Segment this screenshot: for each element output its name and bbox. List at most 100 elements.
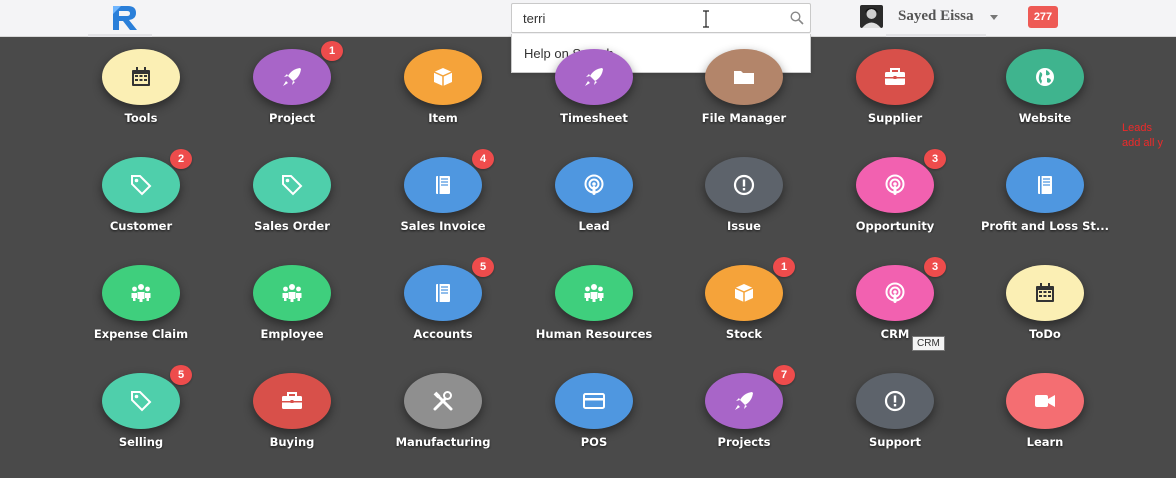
app-tile-projects[interactable]: Projects 7 — [669, 365, 819, 473]
app-tile-circle[interactable] — [1006, 373, 1084, 429]
app-tile-circle[interactable] — [705, 157, 783, 213]
avatar[interactable] — [860, 5, 883, 28]
app-tile-label: Manufacturing — [395, 435, 491, 449]
app-tile-badge: 7 — [773, 365, 795, 385]
app-tile-timesheet[interactable]: Timesheet — [519, 49, 669, 149]
app-tile-circle[interactable] — [404, 265, 482, 321]
app-tile-file-manager[interactable]: File Manager — [669, 49, 819, 149]
box-icon — [433, 68, 453, 86]
app-tile-circle[interactable] — [404, 49, 482, 105]
app-tile-crm[interactable]: CRM 3 — [820, 257, 970, 365]
box-icon — [734, 284, 754, 302]
app-tile-tools[interactable]: Tools — [66, 49, 216, 149]
app-tile-manufacturing[interactable]: Manufacturing — [368, 373, 518, 473]
app-tile-selling[interactable]: Selling 5 — [66, 365, 216, 473]
app-tile-todo[interactable]: ToDo — [970, 265, 1120, 365]
app-tile-badge: 5 — [170, 365, 192, 385]
app-tile-label: Projects — [717, 435, 771, 449]
app-tile-circle[interactable] — [404, 373, 482, 429]
app-tile-circle[interactable] — [404, 157, 482, 213]
app-tile-circle[interactable] — [555, 265, 633, 321]
podcast-icon — [584, 174, 604, 195]
app-tile-label: Project — [268, 111, 316, 125]
notification-badge[interactable]: 277 — [1028, 6, 1058, 28]
search-box[interactable] — [511, 3, 811, 33]
app-tile-circle[interactable] — [253, 373, 331, 429]
app-tile-label: Opportunity — [855, 219, 935, 233]
search-icon[interactable] — [790, 11, 804, 25]
app-tile-expense-claim[interactable]: Expense Claim — [66, 265, 216, 365]
side-note-line: add all y — [1122, 137, 1163, 149]
calendar-icon — [132, 67, 150, 86]
app-tile-stock[interactable]: Stock 1 — [669, 257, 819, 365]
app-tile-employee[interactable]: Employee — [217, 265, 367, 365]
app-tile-circle[interactable] — [102, 157, 180, 213]
search-input[interactable] — [512, 4, 782, 32]
app-tile-support[interactable]: Support — [820, 373, 970, 473]
app-tile-buying[interactable]: Buying — [217, 373, 367, 473]
app-tile-circle[interactable] — [555, 49, 633, 105]
rocket-icon — [735, 392, 753, 410]
app-tile-circle[interactable] — [856, 373, 934, 429]
tag-icon — [282, 175, 303, 196]
top-navbar: Sayed Eissa 277 — [0, 0, 1176, 37]
app-tile-badge: 3 — [924, 149, 946, 169]
app-tile-label: Customer — [109, 219, 173, 233]
app-tile-circle[interactable] — [253, 49, 331, 105]
app-tile-circle[interactable] — [102, 265, 180, 321]
app-tile-human-resources[interactable]: Human Resources — [519, 265, 669, 365]
app-tile-item[interactable]: Item — [368, 49, 518, 149]
app-tile-badge: 2 — [170, 149, 192, 169]
app-tile-sales-invoice[interactable]: Sales Invoice 4 — [368, 149, 518, 257]
card-icon — [583, 393, 605, 409]
app-tile-opportunity[interactable]: Opportunity 3 — [820, 149, 970, 257]
app-tile-label: POS — [580, 435, 608, 449]
app-tile-profit-and-loss-st[interactable]: Profit and Loss St... — [970, 157, 1120, 257]
exclamation-icon — [733, 174, 755, 196]
folder-icon — [734, 71, 754, 84]
app-tile-circle[interactable] — [555, 373, 633, 429]
app-tile-learn[interactable]: Learn — [970, 373, 1120, 473]
group-icon — [131, 284, 151, 302]
chevron-down-icon[interactable] — [990, 15, 998, 20]
user-menu-name[interactable]: Sayed Eissa — [898, 8, 973, 25]
app-tile-website[interactable]: Website — [970, 49, 1120, 149]
app-tile-circle[interactable] — [705, 373, 783, 429]
exclamation-icon — [884, 390, 906, 412]
app-tile-circle[interactable] — [1006, 49, 1084, 105]
app-tile-circle[interactable] — [253, 265, 331, 321]
app-tile-circle[interactable] — [1006, 265, 1084, 321]
video-icon — [1035, 395, 1055, 407]
app-tile-lead[interactable]: Lead — [519, 157, 669, 257]
app-tile-customer[interactable]: Customer 2 — [66, 149, 216, 257]
app-tile-circle[interactable] — [555, 157, 633, 213]
app-tile-badge: 5 — [472, 257, 494, 277]
app-tile-label: Learn — [1026, 435, 1064, 449]
app-tile-circle[interactable] — [856, 265, 934, 321]
tools-icon — [433, 391, 453, 411]
app-tile-circle[interactable] — [102, 373, 180, 429]
group-icon — [584, 284, 604, 302]
app-tile-sales-order[interactable]: Sales Order — [217, 157, 367, 257]
app-tile-circle[interactable] — [705, 265, 783, 321]
app-tile-pos[interactable]: POS — [519, 373, 669, 473]
app-tile-circle[interactable] — [705, 49, 783, 105]
rocket-icon — [585, 68, 603, 86]
logo-underline — [88, 34, 152, 37]
app-tile-accounts[interactable]: Accounts 5 — [368, 257, 518, 365]
app-tile-circle[interactable] — [253, 157, 331, 213]
app-tile-label: Sales Invoice — [400, 219, 486, 233]
app-tile-issue[interactable]: Issue — [669, 157, 819, 257]
briefcase-icon — [282, 392, 302, 409]
app-tile-circle[interactable] — [1006, 157, 1084, 213]
rocket-icon — [283, 68, 301, 86]
tag-icon — [131, 391, 152, 412]
app-logo[interactable] — [110, 4, 140, 32]
app-tile-badge: 1 — [773, 257, 795, 277]
app-tile-circle[interactable] — [856, 157, 934, 213]
app-tile-supplier[interactable]: Supplier — [820, 49, 970, 149]
app-tile-project[interactable]: Project 1 — [217, 41, 367, 149]
app-tile-label: Stock — [725, 327, 763, 341]
app-tile-circle[interactable] — [856, 49, 934, 105]
app-tile-circle[interactable] — [102, 49, 180, 105]
